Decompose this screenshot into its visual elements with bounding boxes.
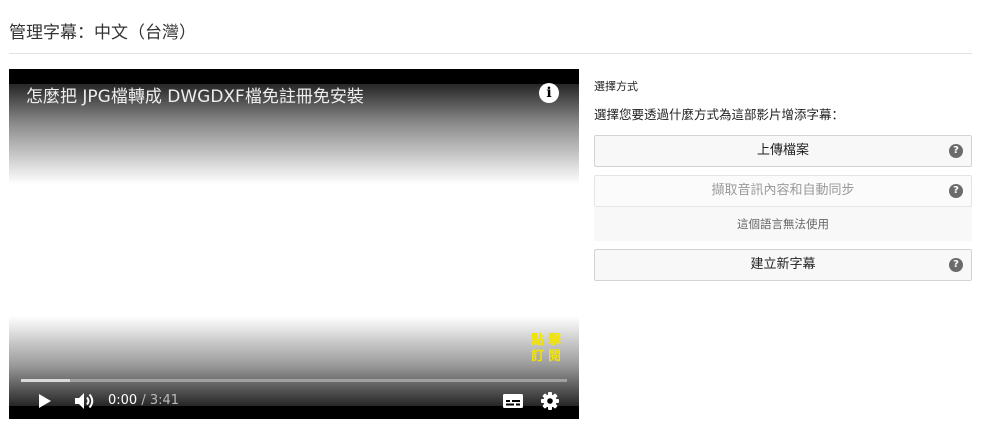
play-icon[interactable] (38, 393, 52, 409)
time-display: 0:00 / 3:41 (108, 393, 179, 408)
panel-heading: 選擇方式 (594, 80, 638, 93)
create-new-subtitles-button[interactable]: 建立新字幕 ? (594, 249, 972, 281)
page-title: 管理字幕：中文（台灣） (9, 23, 196, 43)
auto-sync-button[interactable]: 擷取音訊內容和自動同步 ? (594, 175, 972, 207)
time-separator: / (137, 393, 150, 408)
video-title[interactable]: 怎麼把 JPG檔轉成 DWGDXF檔免註冊免安裝 (26, 82, 364, 107)
volume-icon[interactable] (74, 391, 96, 411)
info-icon[interactable]: i (539, 83, 559, 103)
progress-buffered (21, 379, 71, 382)
subtitle-method-panel: 選擇方式 選擇您要透過什麼方式為這部影片增添字幕： 上傳檔案 ? 擷取音訊內容和… (594, 78, 972, 281)
captions-icon[interactable] (503, 394, 523, 408)
help-icon[interactable]: ? (949, 144, 963, 158)
unavailable-note: 這個語言無法使用 (594, 207, 972, 241)
gear-icon[interactable] (540, 391, 560, 411)
divider (9, 53, 972, 54)
duration: 3:41 (149, 393, 180, 408)
create-new-subtitles-label: 建立新字幕 (750, 257, 816, 272)
upload-file-label: 上傳檔案 (756, 143, 809, 158)
subscribe-watermark[interactable]: 點擊訂閱 (531, 333, 565, 365)
help-icon[interactable]: ? (949, 258, 963, 272)
upload-file-button[interactable]: 上傳檔案 ? (594, 135, 972, 167)
progress-bar[interactable] (21, 379, 567, 382)
auto-sync-label: 擷取音訊內容和自動同步 (711, 183, 855, 198)
panel-instruction: 選擇您要透過什麼方式為這部影片增添字幕： (594, 107, 845, 122)
video-player[interactable]: 怎麼把 JPG檔轉成 DWGDXF檔免註冊免安裝 i 點擊訂閱 0:00 / 3… (9, 69, 579, 419)
current-time: 0:00 (108, 393, 138, 408)
help-icon[interactable]: ? (949, 184, 963, 198)
